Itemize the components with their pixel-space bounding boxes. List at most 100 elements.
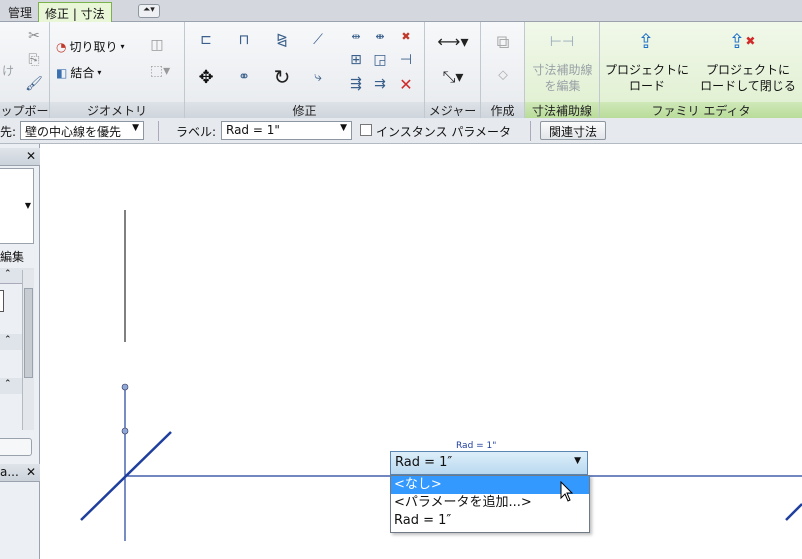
options-bar: 先: 壁の中心線を優先 ▼ ラベル: Rad = 1" ▼ インスタンス パラメ… (0, 118, 802, 144)
mirror-axis-icon[interactable]: ⧎ (267, 26, 297, 54)
aligned-dimension-icon[interactable]: ⤡▾ (429, 64, 477, 90)
quick-access-dropdown[interactable]: ⏶▾ (138, 4, 160, 18)
panel-geometry: ◔ 切り取り ▾ ◧ 結合 ▾ ◫ ⬚▾ ジオメトリ (50, 22, 185, 118)
type-selector[interactable]: ▼ (0, 168, 34, 244)
instance-parameter-label: インスタンス パラメータ (376, 125, 511, 139)
panel-title-modify: 修正 (185, 102, 424, 118)
panel-title-create: 作成 (481, 102, 524, 118)
scrollbar[interactable] (22, 270, 34, 430)
load-into-project-button[interactable]: プロジェクトに ロード (600, 62, 694, 94)
priority-select[interactable]: 壁の中心線を優先 ▼ (20, 121, 144, 140)
label-select-value: Rad = 1" (226, 123, 280, 137)
dropdown-option-rad[interactable]: Rad = 1″ (391, 512, 589, 530)
measure-between-icon[interactable]: ⟷▾ (429, 30, 477, 52)
divider (158, 121, 159, 141)
paste-label-partial: け (2, 64, 15, 78)
project-browser-header: a... ✕ (0, 464, 40, 482)
panel-create: ⧉ ⬦ 作成 (481, 22, 525, 118)
grip-point (121, 383, 129, 391)
close-icon[interactable]: ✕ (26, 465, 36, 479)
align-icon[interactable]: ⊏ (191, 26, 221, 54)
join-geometry-label: 結合 (70, 66, 95, 80)
trim-extend-icon[interactable]: ⤷ (303, 62, 333, 92)
create-group-icon[interactable]: ⬦ (489, 62, 517, 88)
mirror-draw-icon[interactable]: ⟋ (303, 26, 333, 54)
copy-icon[interactable]: ⎘ (26, 52, 42, 68)
chevron-down-icon: ▼ (132, 123, 139, 133)
trim-multiple-icon[interactable]: ⇉ (371, 76, 389, 92)
panel-modify: ⊏ ⊓ ⧎ ⟋ ✥ ⚭ ↻ ⤷ ⇹ ⇼ ✖ ⊞ ◲ ⊣ ⇶ ⇉ ✕ 修正 (185, 22, 425, 118)
panel-measure: ⟷▾ ⤡▾ メジャー (425, 22, 481, 118)
collapse-icon: ⌃ (4, 379, 12, 389)
array-icon[interactable]: ⊞ (347, 52, 365, 68)
join-geometry-icon: ◧ (56, 65, 68, 80)
close-icon[interactable]: ✕ (26, 149, 36, 163)
label-caption: ラベル: (176, 125, 217, 139)
cut-geometry-label: 切り取り (69, 40, 118, 54)
property-cell[interactable] (0, 290, 4, 312)
unpin-icon[interactable]: ✖ (397, 28, 415, 44)
cut-icon[interactable]: ✂ (26, 28, 42, 44)
rotate-icon[interactable]: ↻ (267, 62, 297, 92)
pin-icon[interactable]: ⊣ (397, 52, 415, 68)
load-into-project-label-line1: プロジェクトに (604, 63, 689, 77)
create-similar-icon[interactable]: ⧉ (489, 28, 517, 56)
panel-clipboard: ✂ ⎘ 🖌 け ップボード (0, 22, 50, 135)
panel-title-measure: メジャー (425, 102, 480, 118)
edit-type-label[interactable]: 編集 (0, 248, 24, 265)
load-and-close-label-line1: プロジェクトに (705, 63, 790, 77)
priority-select-value: 壁の中心線を優先 (25, 125, 122, 139)
offset-icon[interactable]: ⊓ (229, 26, 259, 54)
edit-witness-lines-label[interactable]: 寸法補助線 を編集 (525, 62, 600, 94)
properties-header: ✕ (0, 148, 40, 166)
load-and-close-button[interactable]: プロジェクトに ロードして閉じる (694, 62, 802, 94)
chevron-down-icon: ▼ (574, 456, 581, 466)
ribbon-tab-bar: 管理 修正 | 寸法 ⏶▾ (0, 0, 802, 22)
instance-parameter-checkbox[interactable] (360, 124, 372, 136)
dimension-label[interactable]: Rad = 1" (456, 441, 496, 451)
ribbon: ✂ ⎘ 🖌 け ップボード ◔ 切り取り ▾ ◧ 結合 ▾ ◫ ⬚▾ ジオメトリ… (0, 22, 802, 135)
chevron-down-icon: ▼ (24, 201, 31, 210)
label-combo-box[interactable]: Rad = 1″ ▼ (390, 451, 588, 475)
split-element-icon[interactable]: ⇹ (347, 28, 365, 44)
panel-title-clipboard: ップボード (0, 102, 49, 135)
apply-button[interactable] (0, 438, 32, 456)
tab-manage[interactable]: 管理 (2, 2, 38, 22)
grip-point (121, 427, 129, 435)
join-geometry-button[interactable]: ◧ 結合 ▾ (56, 64, 101, 81)
label-combo-value: Rad = 1″ (395, 455, 453, 470)
panel-title-family-editor: ファミリ エディタ (600, 102, 802, 118)
collapse-icon: ⌃ (4, 335, 12, 345)
load-and-close-icon[interactable]: ⇪ ✖ (726, 26, 758, 56)
edit-witness-label-line2: を編集 (544, 79, 581, 93)
cut-geometry-button[interactable]: ◔ 切り取り ▾ (56, 38, 125, 55)
tab-modify-dimensions[interactable]: 修正 | 寸法 (38, 2, 112, 22)
match-properties-icon[interactable]: 🖌 (25, 76, 43, 92)
load-into-project-icon[interactable]: ⇪ (632, 26, 660, 56)
radius-line (785, 503, 802, 521)
cut-geometry-icon: ◔ (56, 39, 67, 54)
edit-witness-lines-icon[interactable]: ⊢⊣ (547, 28, 577, 56)
panel-family-editor: ⇪ プロジェクトに ロード ⇪ ✖ プロジェクトに ロードして閉じる ファミリ エ… (600, 22, 802, 118)
panel-dimension-witness: ⊢⊣ 寸法補助線 を編集 寸法補助線 (525, 22, 600, 118)
mouse-cursor-icon (560, 481, 574, 502)
priority-caption: 先: (0, 125, 17, 139)
wall-joins-icon[interactable]: ◫ (148, 36, 166, 54)
load-and-close-label-line2: ロードして閉じる (700, 79, 796, 93)
move-icon[interactable]: ✥ (191, 62, 221, 92)
edit-witness-label-line1: 寸法補助線 (532, 63, 593, 77)
scrollbar-thumb[interactable] (24, 288, 33, 378)
collapse-icon: ⌃ (4, 269, 12, 279)
split-face-icon[interactable]: ⬚▾ (148, 62, 172, 80)
chevron-down-icon: ▼ (340, 123, 347, 133)
chevron-down-icon: ▾ (97, 68, 102, 77)
copy-element-icon[interactable]: ⚭ (229, 62, 259, 92)
panel-title-dimension-witness: 寸法補助線 (525, 102, 599, 118)
trim-single-icon[interactable]: ⇶ (347, 76, 365, 92)
label-select[interactable]: Rad = 1" ▼ (221, 121, 352, 140)
delete-icon[interactable]: ✕ (397, 75, 415, 94)
scale-icon[interactable]: ◲ (371, 52, 389, 68)
project-browser-title: a... (0, 465, 19, 479)
related-dimensions-button[interactable]: 関連寸法 (540, 121, 607, 140)
split-gap-icon[interactable]: ⇼ (371, 28, 389, 44)
